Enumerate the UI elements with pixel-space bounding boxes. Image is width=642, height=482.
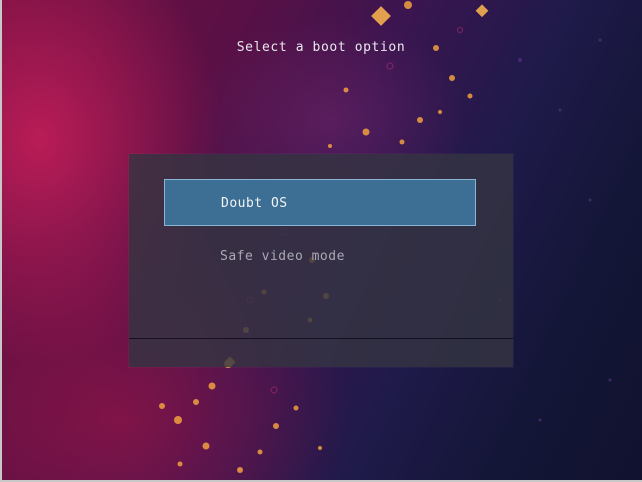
boot-option-doubt-os[interactable]: Doubt OS (164, 179, 476, 226)
panel-divider (129, 338, 513, 339)
boot-menu-title: Select a boot option (236, 40, 406, 55)
boot-menu-panel: Doubt OS Safe video mode (129, 154, 513, 367)
window-frame-left (0, 0, 2, 482)
boot-option-safe-video-mode[interactable]: Safe video mode (164, 233, 476, 280)
